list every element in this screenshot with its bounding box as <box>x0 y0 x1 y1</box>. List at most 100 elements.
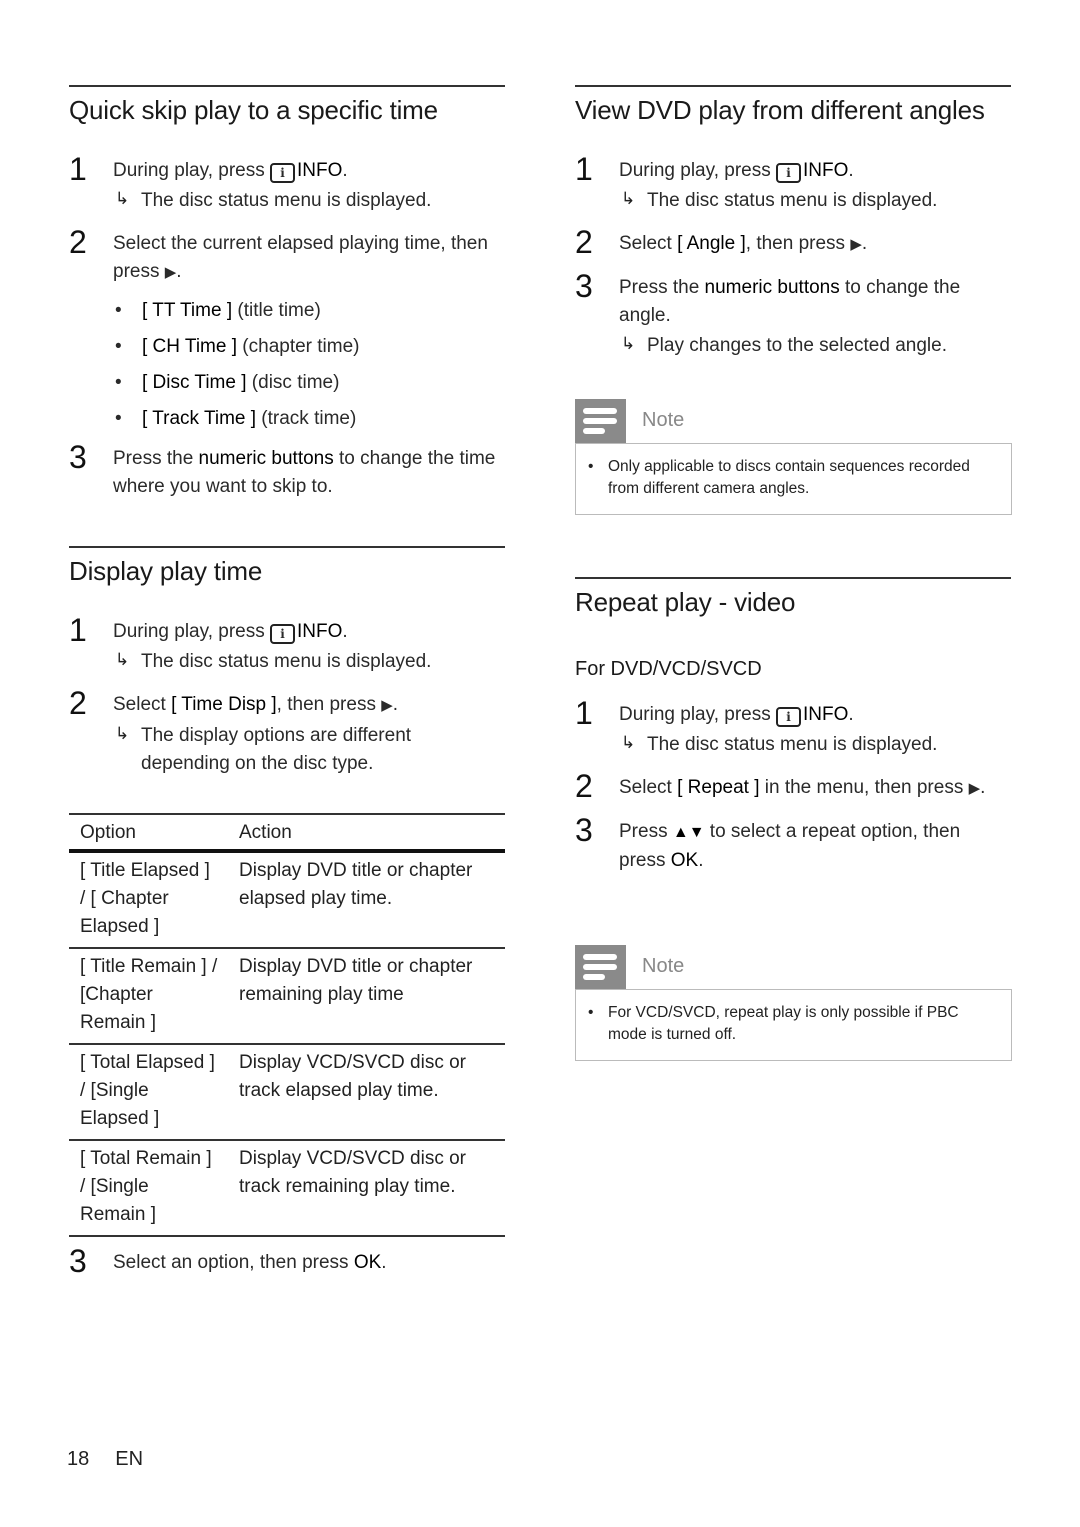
table-row: [ Title Elapsed ] / [ Chapter Elapsed ] … <box>69 851 505 949</box>
step-2: 2 Select [ Time Disp ], then press ▶. ↳ … <box>69 685 505 778</box>
info-button-icon: i <box>270 163 295 183</box>
step-number: 2 <box>575 224 593 260</box>
result-arrow-icon: ↳ <box>115 189 130 208</box>
option-desc: (track time) <box>256 408 357 429</box>
step-text: , then press <box>276 694 382 715</box>
step-result: ↳ The display options are different depe… <box>113 722 505 778</box>
option-desc: (title time) <box>232 300 321 321</box>
step-result: ↳ The disc status menu is displayed. <box>113 648 505 676</box>
key-label: INFO <box>297 621 343 642</box>
result-arrow-icon: ↳ <box>115 650 130 669</box>
section-divider <box>575 85 1011 87</box>
key-label: INFO <box>803 160 849 181</box>
step-text: During play, press <box>619 704 776 725</box>
action-cell: Display DVD title or chapter elapsed pla… <box>228 851 505 949</box>
result-text: The disc status menu is displayed. <box>647 190 938 211</box>
page-number: 18 <box>67 1448 90 1470</box>
play-icon: ▶ <box>968 780 981 797</box>
result-text: The disc status menu is displayed. <box>141 190 432 211</box>
options-table: Option Action [ Title Elapsed ] / [ Chap… <box>69 813 505 1237</box>
page-footer: 18 EN <box>67 1448 169 1471</box>
step-3: 3 Select an option, then press OK. <box>69 1243 505 1279</box>
step-result: ↳ The disc status menu is displayed. <box>619 187 1011 215</box>
subheading: For DVD/VCD/SVCD <box>575 658 762 680</box>
key-label: INFO <box>803 704 849 725</box>
punct: . <box>392 694 399 715</box>
key-label: INFO <box>297 160 343 181</box>
menu-item-label: [ Repeat ] <box>677 777 760 798</box>
list-item: [ Disc Time ] (disc time) <box>113 365 505 401</box>
play-icon: ▶ <box>850 236 862 253</box>
table-row: [ Total Elapsed ] / [Single Elapsed ] Di… <box>69 1044 505 1141</box>
option-cell: [ Total Elapsed ] / [Single Elapsed ] <box>69 1044 228 1141</box>
step-number: 1 <box>575 695 593 731</box>
punct: . <box>861 233 868 254</box>
note-header: Note <box>575 399 1012 443</box>
step-3: 3 Press the numeric buttons to change th… <box>575 268 1011 360</box>
option-label: [ Track Time ] <box>142 408 257 429</box>
option-cell: [ Title Remain ] / [Chapter Remain ] <box>69 948 228 1045</box>
step-text: Select an option, then press <box>113 1252 354 1273</box>
step-1: 1 During play, press i INFO. ↳ The disc s… <box>575 151 1011 215</box>
note-icon <box>575 945 626 989</box>
action-cell: Display VCD/SVCD disc or track elapsed p… <box>228 1044 505 1141</box>
option-desc: (chapter time) <box>237 336 360 357</box>
section-quick-skip: Quick skip play to a specific time 1 Dur… <box>69 85 505 501</box>
step-1: 1 During play, press i INFO. ↳ The disc s… <box>575 695 1011 759</box>
play-icon: ▶ <box>164 264 177 281</box>
up-down-arrows-icon: ▲▼ <box>672 824 705 841</box>
result-arrow-icon: ↳ <box>115 724 130 743</box>
step-text: , then press <box>745 233 851 254</box>
step-result: ↳ The disc status menu is displayed. <box>113 187 505 215</box>
table-header-row: Option Action <box>69 813 505 853</box>
note-text: For VCD/SVCD, repeat play is only possib… <box>575 989 1012 1061</box>
section-view-angles: View DVD play from different angles 1 Du… <box>575 85 1011 360</box>
menu-item-label: [ Angle ] <box>677 233 746 254</box>
result-text: Play changes to the selected angle. <box>647 335 947 356</box>
step-2: 2 Select [ Angle ], then press ▶. <box>575 224 1011 260</box>
section-repeat-play: Repeat play - video For DVD/VCD/SVCD 1 D… <box>575 577 1011 875</box>
note-header: Note <box>575 945 1012 989</box>
section-title: Display play time <box>69 556 263 586</box>
note-box-repeat: Note For VCD/SVCD, repeat play is only p… <box>575 945 1012 1061</box>
note-label: Note <box>642 955 685 977</box>
key-label: OK <box>353 1252 382 1273</box>
step-number: 1 <box>575 151 593 187</box>
step-text: Press <box>619 821 673 842</box>
step-3: 3 Press ▲▼ to select a repeat option, th… <box>575 812 1011 875</box>
step-text: Select <box>619 233 678 254</box>
punct: . <box>698 850 704 871</box>
punct: . <box>176 261 182 282</box>
step-text: Press the <box>113 448 199 469</box>
step-result: ↳ The disc status menu is displayed. <box>619 731 1011 759</box>
key-label: numeric buttons <box>704 277 840 298</box>
note-text: Only applicable to discs contain sequenc… <box>575 443 1012 515</box>
column-header-action: Action <box>228 813 505 853</box>
info-button-icon: i <box>776 163 801 183</box>
column-header-option: Option <box>69 813 228 853</box>
result-text: The display options are different depend… <box>141 725 412 774</box>
step-number: 2 <box>69 224 87 260</box>
section-display-play-time: Display play time 1 During play, press i… <box>69 546 505 1279</box>
section-divider <box>69 85 505 87</box>
option-label: [ Disc Time ] <box>142 372 247 393</box>
step-number: 3 <box>69 1243 87 1279</box>
info-button-icon: i <box>270 624 295 644</box>
time-option-list: [ TT Time ] (title time) [ CH Time ] (ch… <box>113 293 505 437</box>
section-divider <box>69 546 505 548</box>
step-result: ↳ Play changes to the selected angle. <box>619 332 1011 360</box>
punct: . <box>980 777 986 798</box>
option-desc: (disc time) <box>246 372 340 393</box>
step-text: During play, press <box>113 160 270 181</box>
step-1: 1 During play, press i INFO. ↳ The disc s… <box>69 612 505 676</box>
step-number: 1 <box>69 612 87 648</box>
menu-item-label: [ Time Disp ] <box>171 694 277 715</box>
table-row: [ Total Remain ] / [Single Remain ] Disp… <box>69 1140 505 1237</box>
key-label: OK <box>670 850 699 871</box>
section-title: Repeat play - video <box>575 587 796 617</box>
step-2: 2 Select the current elapsed playing tim… <box>69 224 505 437</box>
list-item: [ TT Time ] (title time) <box>113 293 505 329</box>
play-icon: ▶ <box>381 697 393 714</box>
option-cell: [ Title Elapsed ] / [ Chapter Elapsed ] <box>69 851 228 949</box>
step-text: During play, press <box>113 621 270 642</box>
